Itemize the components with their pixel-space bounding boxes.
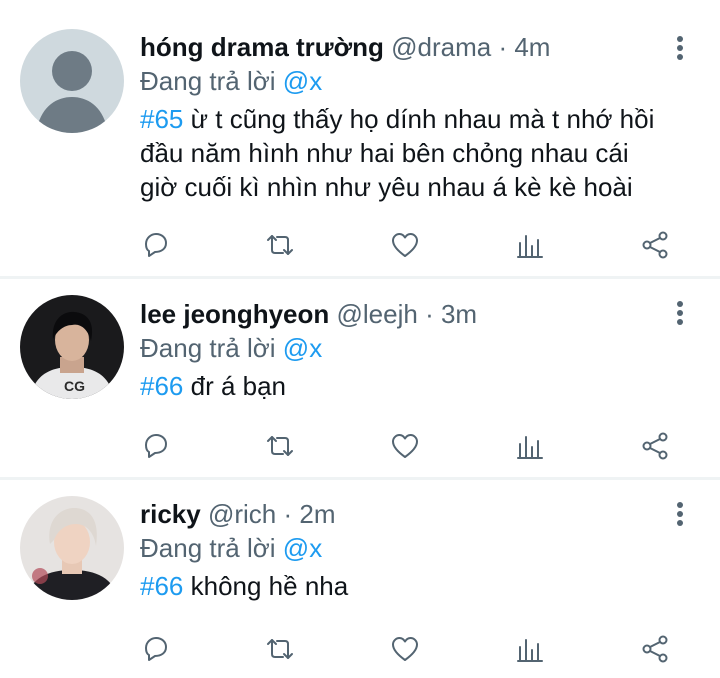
svg-text:CG: CG xyxy=(64,378,85,394)
like-button[interactable] xyxy=(385,426,425,466)
replying-to: Đang trả lời @x xyxy=(140,531,660,565)
hashtag[interactable]: #66 xyxy=(140,571,183,601)
like-button[interactable] xyxy=(385,629,425,669)
views-button[interactable] xyxy=(510,426,550,466)
hashtag[interactable]: #66 xyxy=(140,371,183,401)
more-icon[interactable] xyxy=(670,499,690,529)
timestamp[interactable]: 4m xyxy=(514,32,550,62)
reply-button[interactable] xyxy=(136,426,176,466)
display-name[interactable]: ricky xyxy=(140,499,201,529)
replying-to: Đang trả lời @x xyxy=(140,64,660,98)
avatar[interactable] xyxy=(20,29,124,133)
tweet-text-body: ừ t cũng thấy họ dính nhau mà t nhớ hồi … xyxy=(140,104,655,202)
reply-icon xyxy=(145,434,167,458)
retweet-button[interactable] xyxy=(260,629,300,669)
tweet-divider xyxy=(0,477,720,480)
views-icon xyxy=(517,235,543,258)
share-button[interactable] xyxy=(635,225,675,265)
views-icon xyxy=(517,436,543,459)
tweet-text: #66 đr á bạn xyxy=(140,369,660,403)
separator-dot: · xyxy=(425,299,434,329)
tweet-actions xyxy=(140,225,690,265)
tweet-divider xyxy=(0,276,720,279)
retweet-button[interactable] xyxy=(260,225,300,265)
timestamp[interactable]: 3m xyxy=(441,299,477,329)
replying-to: Đang trả lời @x xyxy=(140,331,660,365)
views-button[interactable] xyxy=(510,225,550,265)
replying-to-label: Đang trả lời xyxy=(140,333,276,363)
tweet-actions xyxy=(140,426,690,466)
separator-dot: · xyxy=(283,499,293,529)
avatar[interactable]: CG xyxy=(20,295,124,399)
user-handle[interactable]: @rich xyxy=(208,499,276,529)
views-button[interactable] xyxy=(510,629,550,669)
tweet-text: #66 không hề nha xyxy=(140,569,660,603)
tweet-text-body: không hề nha xyxy=(183,571,349,601)
display-name[interactable]: hóng drama trường xyxy=(140,32,384,62)
replying-to-mention[interactable]: @x xyxy=(283,533,322,563)
tweet-header: ricky @rich · 2m xyxy=(140,497,660,531)
share-icon xyxy=(642,231,668,259)
reply-button[interactable] xyxy=(136,225,176,265)
replying-to-mention[interactable]: @x xyxy=(283,333,322,363)
share-icon xyxy=(642,432,668,460)
default-avatar-icon xyxy=(20,29,124,133)
replying-to-label: Đang trả lời xyxy=(140,66,276,96)
share-icon xyxy=(642,635,668,663)
retweet-icon xyxy=(267,235,293,255)
tweet-actions xyxy=(140,629,690,669)
hashtag[interactable]: #65 xyxy=(140,104,183,134)
replying-to-label: Đang trả lời xyxy=(140,533,276,563)
like-icon xyxy=(392,233,418,257)
reply-icon xyxy=(145,637,167,661)
user-handle[interactable]: @leejh xyxy=(337,299,418,329)
retweet-button[interactable] xyxy=(260,426,300,466)
avatar[interactable] xyxy=(20,496,124,600)
like-icon xyxy=(392,637,418,661)
reply-button[interactable] xyxy=(136,629,176,669)
like-icon xyxy=(392,434,418,458)
replying-to-mention[interactable]: @x xyxy=(283,66,322,96)
retweet-icon xyxy=(267,639,293,659)
tweet-text: #65 ừ t cũng thấy họ dính nhau mà t nhớ … xyxy=(140,102,660,204)
photo-avatar-blond-hair-icon xyxy=(20,496,124,600)
photo-avatar-dark-hair-icon: CG xyxy=(20,295,124,399)
tweet-text-body: đr á bạn xyxy=(183,371,287,401)
share-button[interactable] xyxy=(635,629,675,669)
tweet-header: lee jeonghyeon @leejh · 3m xyxy=(140,297,660,331)
more-icon[interactable] xyxy=(670,33,690,63)
more-icon[interactable] xyxy=(670,298,690,328)
timestamp[interactable]: 2m xyxy=(299,499,335,529)
like-button[interactable] xyxy=(385,225,425,265)
user-handle[interactable]: @drama xyxy=(391,32,491,62)
reply-icon xyxy=(145,233,167,257)
separator-dot: · xyxy=(498,32,508,62)
retweet-icon xyxy=(267,436,293,456)
tweet-header: hóng drama trường @drama · 4m xyxy=(140,30,660,64)
display-name[interactable]: lee jeonghyeon xyxy=(140,299,329,329)
views-icon xyxy=(517,639,543,662)
share-button[interactable] xyxy=(635,426,675,466)
